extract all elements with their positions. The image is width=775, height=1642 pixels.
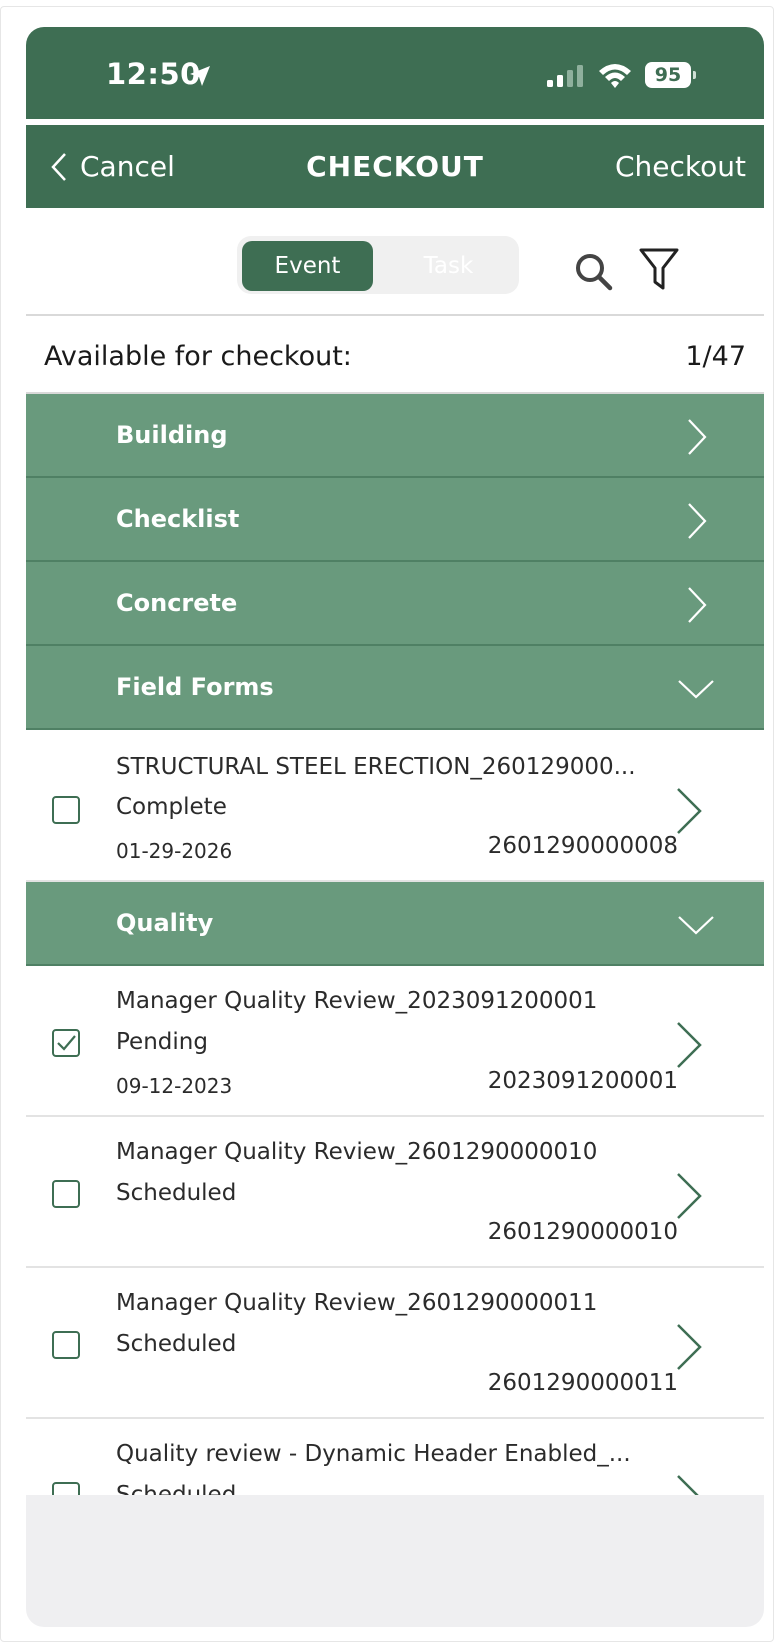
item-checkbox-checked[interactable]	[52, 1029, 80, 1057]
wifi-icon	[599, 64, 631, 88]
chevron-down-icon	[678, 916, 714, 935]
chevron-right-icon	[688, 587, 707, 623]
chevron-right-icon	[677, 788, 702, 834]
item-number: 2601290000008	[487, 833, 678, 859]
cellular-signal-icon	[547, 65, 583, 87]
item-status: Pending	[116, 1029, 208, 1055]
cancel-label: Cancel	[80, 150, 175, 183]
cancel-button[interactable]: Cancel	[50, 125, 175, 208]
nav-bar: Cancel CHECKOUT Checkout	[26, 125, 764, 208]
item-number: 2601290000011	[487, 1370, 678, 1396]
item-status: Scheduled	[116, 1331, 237, 1357]
battery-level: 95	[645, 62, 691, 88]
segment-event[interactable]: Event	[242, 241, 373, 291]
checkout-button[interactable]: Checkout	[615, 125, 746, 208]
location-arrow-icon	[190, 66, 210, 86]
segment-task[interactable]: Task	[383, 241, 514, 291]
category-concrete[interactable]: Concrete	[26, 562, 764, 646]
item-title: Manager Quality Review_2601290000010	[116, 1139, 598, 1165]
chevron-right-icon	[688, 503, 707, 539]
list-item[interactable]: STRUCTURAL STEEL ERECTION_260129000... C…	[26, 730, 764, 882]
phone-screen: 12:50 95 Cancel CHECKOUT Checkout Event …	[26, 27, 764, 1627]
item-title: Manager Quality Review_2601290000011	[116, 1290, 598, 1316]
item-title: Manager Quality Review_2023091200001	[116, 988, 598, 1014]
chevron-down-icon	[678, 680, 714, 699]
chevron-right-icon	[677, 1022, 702, 1068]
bottom-bar	[26, 1495, 764, 1627]
list-item[interactable]: Manager Quality Review_2023091200001 Pen…	[26, 966, 764, 1117]
category-field-forms[interactable]: Field Forms	[26, 646, 764, 730]
available-count: 1/47	[685, 340, 746, 372]
battery-icon: 95	[645, 62, 697, 88]
item-date: 01-29-2026	[116, 839, 233, 863]
status-time: 12:50	[106, 57, 201, 91]
category-quality[interactable]: Quality	[26, 882, 764, 966]
battery-nub	[693, 71, 696, 79]
chevron-left-icon	[51, 152, 66, 181]
category-label: Checklist	[116, 505, 240, 533]
available-row: Available for checkout: 1/47	[26, 316, 764, 396]
item-checkbox[interactable]	[52, 1331, 80, 1359]
item-date: 09-12-2023	[116, 1074, 233, 1098]
category-label: Quality	[116, 909, 214, 937]
item-title: Quality review - Dynamic Header Enabled_…	[116, 1441, 631, 1467]
status-bar: 12:50 95	[26, 27, 764, 119]
segment-row: Event Task	[26, 208, 764, 316]
item-status: Scheduled	[116, 1180, 237, 1206]
list-item[interactable]: Manager Quality Review_2601290000011 Sch…	[26, 1268, 764, 1419]
list-item[interactable]: Manager Quality Review_2601290000010 Sch…	[26, 1117, 764, 1268]
item-title: STRUCTURAL STEEL ERECTION_260129000...	[116, 754, 636, 780]
category-building[interactable]: Building	[26, 394, 764, 478]
event-task-segment: Event Task	[237, 236, 519, 294]
filter-icon[interactable]	[638, 246, 680, 292]
item-number: 2023091200001	[487, 1068, 678, 1094]
checkmark-icon	[57, 1035, 76, 1051]
item-checkbox[interactable]	[52, 1180, 80, 1208]
category-label: Concrete	[116, 589, 238, 617]
chevron-right-icon	[677, 1324, 702, 1370]
item-status: Complete	[116, 794, 227, 820]
item-number: 2601290000010	[487, 1219, 678, 1245]
item-checkbox[interactable]	[52, 796, 80, 824]
category-checklist[interactable]: Checklist	[26, 478, 764, 562]
category-label: Field Forms	[116, 673, 274, 701]
chevron-right-icon	[688, 419, 707, 455]
category-label: Building	[116, 421, 228, 449]
available-label: Available for checkout:	[44, 340, 352, 372]
chevron-right-icon	[677, 1173, 702, 1219]
search-icon[interactable]	[574, 252, 614, 292]
